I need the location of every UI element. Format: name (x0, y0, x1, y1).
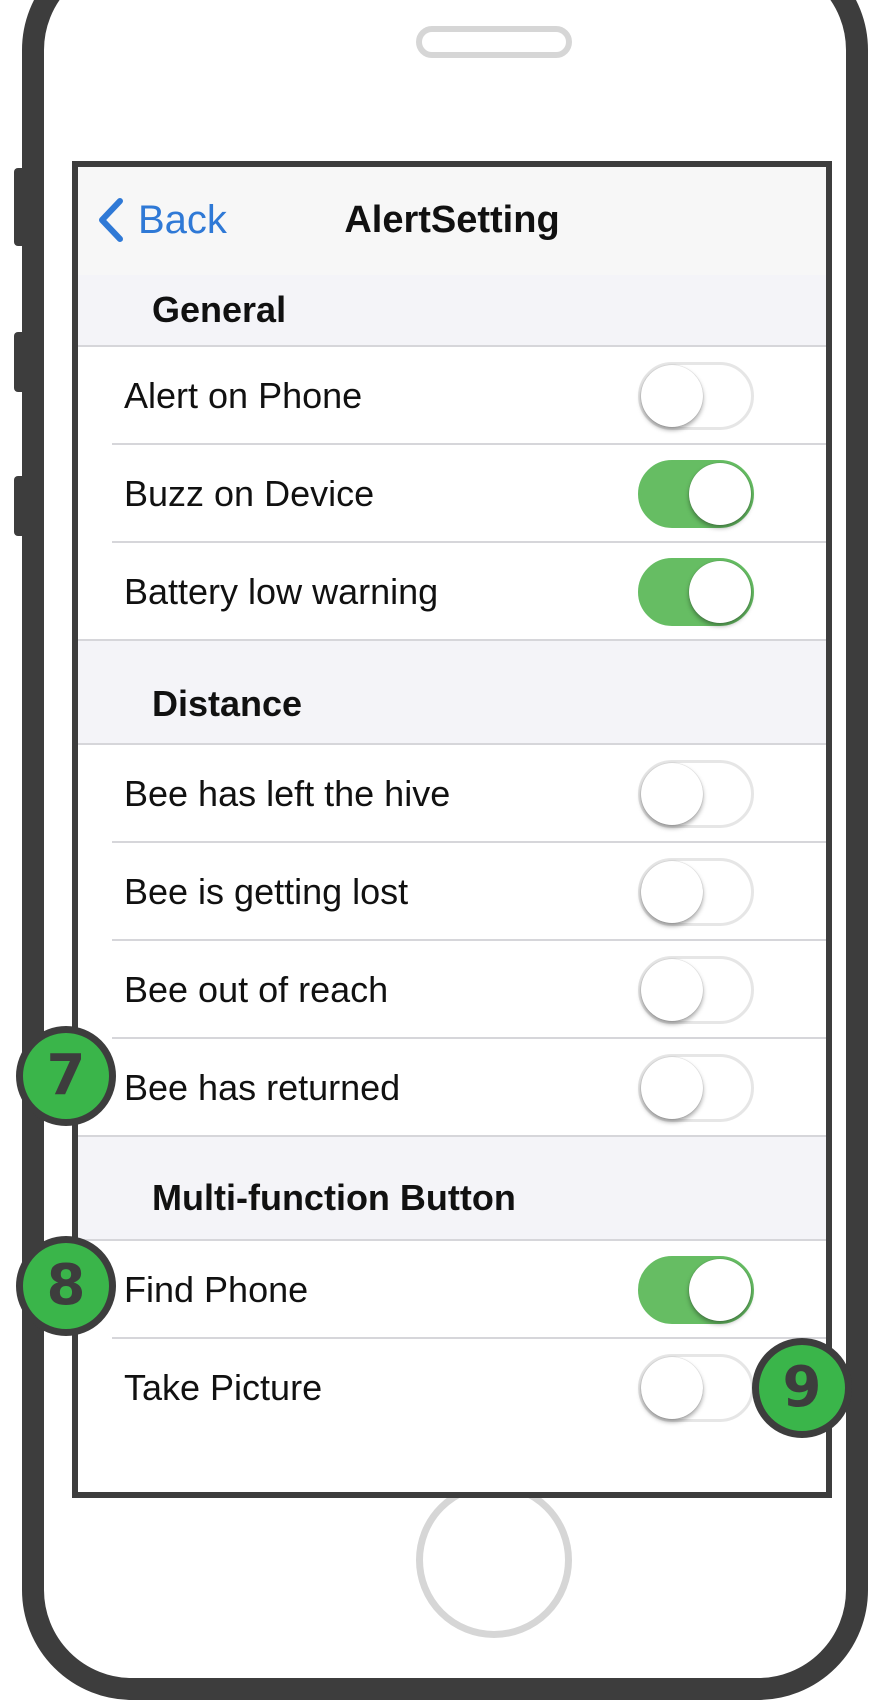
row-label: Alert on Phone (124, 375, 363, 416)
row-take-picture: Take Picture (78, 1339, 826, 1492)
row-bee-has-left-the-hive: Bee has left the hive (78, 745, 826, 843)
section-title: Multi-function Button (152, 1177, 516, 1218)
row-label: Battery low warning (124, 571, 439, 612)
row-label: Bee out of reach (124, 969, 389, 1010)
section-header-distance: Distance (78, 641, 826, 745)
row-battery-low-warning: Battery low warning (78, 543, 826, 641)
toggle-knob (641, 1357, 703, 1419)
row-alert-on-phone: Alert on Phone (78, 347, 826, 445)
bee-out-of-reach-toggle[interactable] (638, 956, 754, 1024)
screen: Back AlertSetting General Alert on Phone… (72, 161, 832, 1498)
page-title-text: AlertSetting (344, 199, 560, 241)
row-label: Buzz on Device (124, 473, 375, 514)
section-header-general: General (78, 275, 826, 347)
row-bee-is-getting-lost: Bee is getting lost (78, 843, 826, 941)
toggle-knob (689, 463, 751, 525)
alert-on-phone-toggle[interactable] (638, 362, 754, 430)
mute-switch[interactable] (14, 168, 28, 246)
row-label: Take Picture (124, 1367, 323, 1408)
row-label: Find Phone (124, 1269, 309, 1310)
toggle-knob (641, 365, 703, 427)
volume-up-button[interactable] (14, 332, 28, 392)
battery-low-warning-toggle[interactable] (638, 558, 754, 626)
row-find-phone: Find Phone (78, 1241, 826, 1339)
toggle-knob (641, 861, 703, 923)
row-bee-has-returned: Bee has returned (78, 1039, 826, 1137)
speaker-grille (416, 26, 572, 58)
page-title: AlertSetting (78, 195, 826, 245)
callout-badge-7: 7 (16, 1026, 116, 1126)
callout-badge-8: 8 (16, 1236, 116, 1336)
toggle-knob (689, 1259, 751, 1321)
bee-has-returned-toggle[interactable] (638, 1054, 754, 1122)
toggle-knob (641, 763, 703, 825)
section-title: General (152, 289, 287, 330)
row-bee-out-of-reach: Bee out of reach (78, 941, 826, 1039)
volume-down-button[interactable] (14, 476, 28, 536)
row-buzz-on-device: Buzz on Device (78, 445, 826, 543)
row-label: Bee is getting lost (124, 871, 409, 912)
section-title: Distance (152, 683, 303, 724)
take-picture-toggle[interactable] (638, 1354, 754, 1422)
buzz-on-device-toggle[interactable] (638, 460, 754, 528)
toggle-knob (641, 1057, 703, 1119)
bee-is-getting-lost-toggle[interactable] (638, 858, 754, 926)
callout-badge-9: 9 (752, 1338, 852, 1438)
toggle-knob (641, 959, 703, 1021)
row-label: Bee has returned (124, 1067, 401, 1108)
toggle-knob (689, 561, 751, 623)
bee-has-left-the-hive-toggle[interactable] (638, 760, 754, 828)
section-header-multi-function-button: Multi-function Button (78, 1137, 826, 1241)
row-label: Bee has left the hive (124, 773, 451, 814)
home-button[interactable] (416, 1482, 572, 1638)
find-phone-toggle[interactable] (638, 1256, 754, 1324)
navigation-bar: Back AlertSetting (78, 167, 826, 277)
